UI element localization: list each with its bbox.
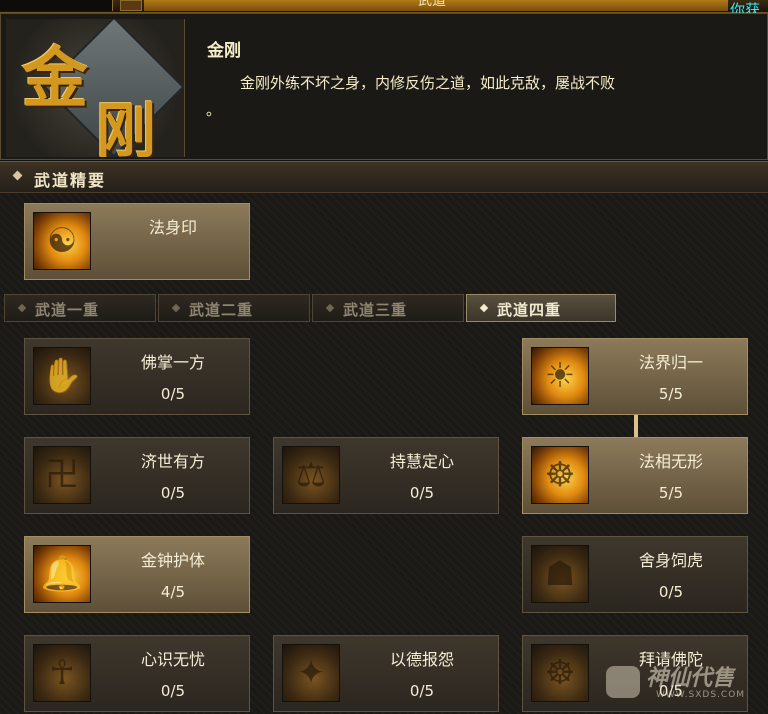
tab-tier-4[interactable]: 武道四重 (466, 294, 616, 322)
skill-points: 0/5 (658, 583, 684, 601)
watermark: 神仙代售 WWW.SXDS.COM (606, 664, 762, 708)
skill-card-dharma-form[interactable]: ☸ 法相无形 5/5 (522, 437, 748, 514)
skill-name: 佛掌一方 (140, 353, 205, 372)
class-description: 金刚外练不坏之身，内修反伤之道，如此克敌，屡战不败 (240, 74, 616, 92)
skill-points: 4/5 (160, 583, 186, 601)
skill-card-golden-bell[interactable]: 🔔 金钟护体 4/5 (24, 536, 250, 613)
tab-label: 武道一重 (35, 301, 100, 319)
skill-card-virtue[interactable]: ✦ 以德报怨 0/5 (273, 635, 499, 712)
swastika-icon: 卍 (33, 446, 91, 504)
skill-card-buddha-palm[interactable]: ✋ 佛掌一方 0/5 (24, 338, 250, 415)
diamond-bullet-icon (12, 170, 23, 181)
tab-label: 武道二重 (189, 301, 254, 319)
wisdom-icon: ⚖ (282, 446, 340, 504)
skill-name: 法相无形 (638, 452, 703, 471)
skill-name: 金钟护体 (140, 551, 205, 570)
class-name: 金刚 (207, 41, 241, 61)
tab-bullet-icon (479, 303, 489, 313)
emblem-char-2: 刚 (96, 97, 156, 157)
watermark-url: WWW.SXDS.COM (656, 690, 746, 700)
tab-tier-3[interactable]: 武道三重 (312, 294, 464, 322)
skill-card-dharma-realm[interactable]: ☀ 法界归一 5/5 (522, 338, 748, 415)
section-header: 武道精要 (0, 161, 768, 193)
dharma-realm-icon: ☀ (531, 347, 589, 405)
class-description-tail: 。 (206, 101, 222, 119)
skill-points: 0/5 (160, 484, 186, 502)
section-title: 武道精要 (34, 171, 107, 190)
tab-bullet-icon (17, 303, 27, 313)
dharma-form-icon: ☸ (531, 446, 589, 504)
skill-name: 心识无忧 (140, 650, 205, 669)
skill-points: 0/5 (409, 682, 435, 700)
skill-name: 法界归一 (638, 353, 703, 372)
watermark-text: 神仙代售 (646, 666, 735, 691)
top-bar: 武道 你获 (0, 0, 768, 18)
skill-name: 持慧定心 (389, 452, 454, 471)
skill-name: 法身印 (148, 218, 197, 237)
watermark-logo-icon (606, 666, 640, 698)
skill-name: 以德报怨 (389, 650, 454, 669)
skill-card-wisdom[interactable]: ⚖ 持慧定心 0/5 (273, 437, 499, 514)
emblem-char-1: 金 (22, 39, 88, 117)
golden-bell-icon: 🔔 (33, 545, 91, 603)
class-emblem-icon: 金 刚 (6, 19, 185, 157)
tab-bullet-icon (171, 303, 181, 313)
skill-name: 舍身饲虎 (638, 551, 703, 570)
pray-buddha-icon: ☸ (531, 644, 589, 702)
virtue-icon: ✦ (282, 644, 340, 702)
sacrifice-icon: ☗ (531, 545, 589, 603)
essence-skill-card[interactable]: ☯ 法身印 (24, 203, 250, 280)
skill-connector (634, 415, 638, 437)
tab-tier-2[interactable]: 武道二重 (158, 294, 310, 322)
skill-name: 济世有方 (140, 452, 205, 471)
window-title: 武道 (418, 0, 446, 9)
skill-points: 0/5 (409, 484, 435, 502)
skill-points: 5/5 (658, 385, 684, 403)
buddha-palm-icon: ✋ (33, 347, 91, 405)
skill-points: 0/5 (160, 385, 186, 403)
top-tab-button[interactable] (120, 0, 142, 11)
tab-label: 武道四重 (497, 301, 562, 319)
tab-tier-1[interactable]: 武道一重 (4, 294, 156, 322)
tab-label: 武道三重 (343, 301, 408, 319)
tier-tabs: 武道一重 武道二重 武道三重 武道四重 (0, 294, 616, 322)
mind-icon: ☥ (33, 644, 91, 702)
dharma-seal-icon: ☯ (33, 212, 91, 270)
skill-card-sacrifice[interactable]: ☗ 舍身饲虎 0/5 (522, 536, 748, 613)
skill-card-swastika[interactable]: 卍 济世有方 0/5 (24, 437, 250, 514)
skill-card-mind[interactable]: ☥ 心识无忧 0/5 (24, 635, 250, 712)
tab-bullet-icon (325, 303, 335, 313)
skill-points: 5/5 (658, 484, 684, 502)
top-thumbnail (0, 0, 113, 11)
skill-points: 0/5 (160, 682, 186, 700)
